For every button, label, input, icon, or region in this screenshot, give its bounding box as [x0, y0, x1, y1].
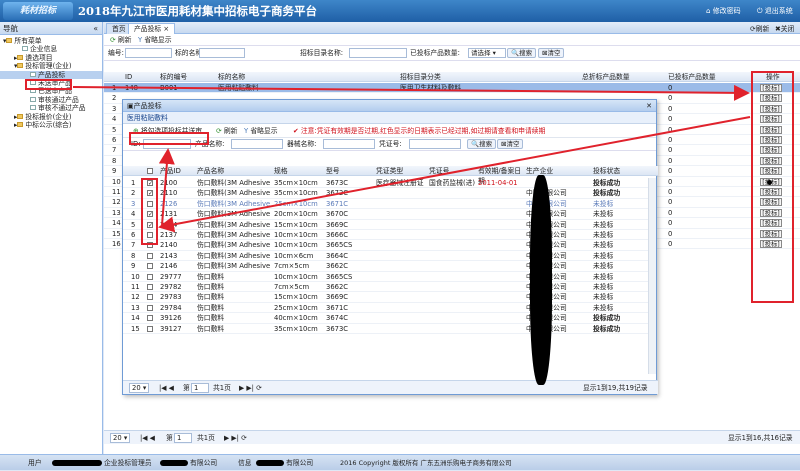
arrow-to-checkbox: [158, 116, 751, 233]
redacted-company: [160, 460, 188, 466]
arrow-to-bid-button: [158, 148, 175, 226]
redacted-info: [256, 460, 284, 466]
status-bar: 用户 企业投标管理员 有限公司 信息 有限公司 2016 Copyright 版…: [0, 454, 800, 470]
redacted-user: [52, 460, 102, 466]
arrow-to-op: [72, 84, 750, 101]
annotation-arrows: [72, 84, 751, 233]
